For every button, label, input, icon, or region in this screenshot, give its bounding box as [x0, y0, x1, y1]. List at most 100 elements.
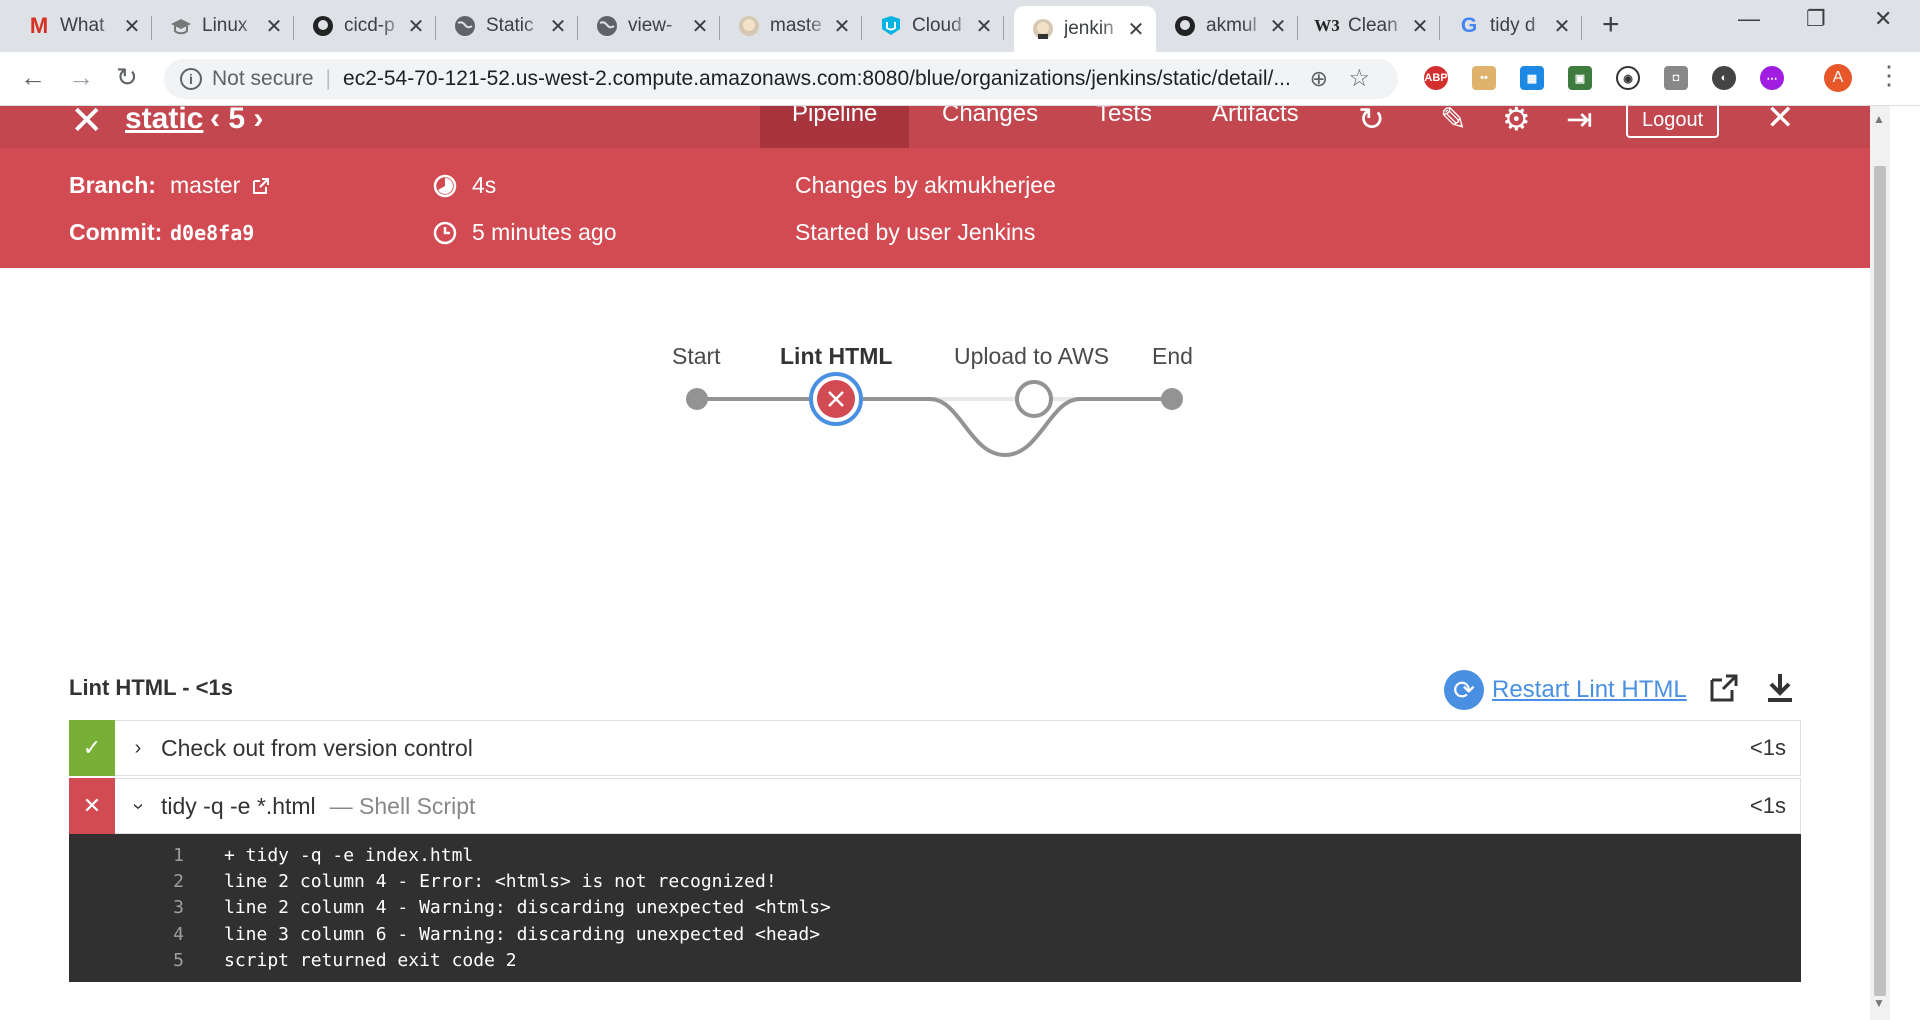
job-name-link[interactable]: static	[125, 106, 203, 136]
stage-node-lint-html[interactable]	[809, 372, 863, 426]
restart-stage-button[interactable]: ⟳ Restart Lint HTML	[1444, 670, 1687, 710]
browser-tab-active[interactable]: jenkin ✕	[1014, 6, 1156, 52]
log-line: 3 line 2 column 4 - Warning: discarding u…	[69, 895, 1801, 921]
stage-label-lint-html[interactable]: Lint HTML	[780, 343, 892, 370]
browser-tab[interactable]: G tidy d ✕	[1440, 6, 1582, 46]
browser-tab[interactable]: W3 Clean ✕	[1298, 6, 1440, 46]
forward-arrow-icon[interactable]: →	[68, 62, 94, 93]
browser-tab[interactable]: view- ✕	[578, 6, 720, 46]
log-line-text: line 3 column 6 - Warning: discarding un…	[224, 923, 821, 945]
log-line-number[interactable]: 2	[69, 871, 184, 892]
chevron-right-icon[interactable]: ›	[115, 737, 161, 760]
extension-screen-icon[interactable]: ▣	[1568, 66, 1592, 90]
started-by: Started by user Jenkins	[795, 219, 1036, 245]
extension-face-icon[interactable]: ••	[1472, 66, 1496, 90]
download-icon[interactable]	[1766, 672, 1794, 712]
stage-node-start	[686, 388, 708, 410]
browser-tab[interactable]: M What ✕	[10, 6, 152, 46]
url-text[interactable]: ec2-54-70-121-52.us-west-2.compute.amazo…	[343, 67, 1291, 91]
close-icon[interactable]: ✕	[690, 14, 710, 39]
edit-pencil-icon[interactable]: ✎	[1440, 106, 1467, 138]
restore-icon[interactable]: ❐	[1806, 6, 1826, 32]
browser-tab[interactable]: cicd-p ✕	[294, 6, 436, 46]
tab-label: akmul	[1206, 15, 1257, 36]
step-row-tidy[interactable]: ✕ › tidy -q -e *.html — Shell Script <1s	[69, 777, 1801, 834]
restart-icon[interactable]: ⟳	[1444, 670, 1484, 710]
log-line-text: line 2 column 4 - Error: <htmls> is not …	[224, 871, 777, 893]
rerun-icon[interactable]: ↻	[1358, 106, 1385, 138]
duration: 4s	[472, 172, 497, 198]
new-tab-button[interactable]: +	[1602, 8, 1620, 42]
profile-avatar[interactable]: A	[1824, 64, 1852, 92]
page-scrollbar[interactable]: ▲ ▼	[1870, 106, 1890, 1020]
log-line-text: + tidy -q -e index.html	[224, 844, 474, 866]
extension-eye-icon[interactable]: ◉	[1616, 66, 1640, 90]
chrome-menu-icon[interactable]: ⋮	[1876, 60, 1902, 91]
tab-artifacts[interactable]: Artifacts	[1212, 106, 1299, 128]
previous-run-icon[interactable]: ‹	[210, 106, 228, 135]
close-icon[interactable]: ✕	[264, 14, 284, 39]
close-icon[interactable]: ✕	[974, 14, 994, 39]
console-log[interactable]: 1 + tidy -q -e index.html 2 line 2 column …	[69, 834, 1801, 982]
minimize-icon[interactable]: —	[1738, 6, 1760, 32]
time-ago: 5 minutes ago	[472, 219, 617, 245]
stage-label-upload-to-aws[interactable]: Upload to AWS	[954, 343, 1109, 370]
changes-by: Changes by akmukherjee	[795, 172, 1056, 198]
branch-link[interactable]: master	[170, 172, 271, 202]
jenkins-icon	[1032, 18, 1054, 40]
browser-tab[interactable]: maste ✕	[720, 6, 862, 46]
close-icon[interactable]: ✕	[548, 14, 568, 39]
scrollbar-thumb[interactable]	[1874, 166, 1886, 996]
adblock-plus-icon[interactable]: ABP	[1424, 66, 1448, 90]
window-close-icon[interactable]: ✕	[1874, 6, 1892, 32]
step-name: Check out from version control	[161, 734, 473, 761]
reload-icon[interactable]: ↻	[116, 62, 138, 93]
info-icon[interactable]: i	[180, 68, 202, 90]
extension-purple-icon[interactable]: ⋯	[1760, 66, 1784, 90]
tab-pipeline[interactable]: Pipeline	[760, 106, 910, 148]
log-line: 5 script returned exit code 2	[69, 948, 1801, 974]
restart-stage-link[interactable]: Restart Lint HTML	[1492, 676, 1687, 704]
close-icon[interactable]: ✕	[406, 14, 426, 39]
address-bar[interactable]: i Not secure | ec2-54-70-121-52.us-west-…	[164, 59, 1398, 99]
close-icon[interactable]: ✕	[1268, 14, 1288, 39]
exit-icon[interactable]: ⇥	[1566, 106, 1593, 138]
back-arrow-icon[interactable]: ←	[20, 62, 46, 93]
close-run-icon[interactable]: ✕	[70, 106, 104, 144]
extension-window-icon[interactable]: ▦	[1520, 66, 1544, 90]
log-line-number[interactable]: 5	[69, 950, 184, 971]
log-line-number[interactable]: 3	[69, 897, 184, 918]
logout-button[interactable]: Logout	[1626, 106, 1720, 138]
stage-node-upload-to-aws[interactable]	[1015, 380, 1053, 418]
gear-icon[interactable]: ⚙	[1502, 106, 1531, 138]
log-line: 4 line 3 column 6 - Warning: discarding u…	[69, 921, 1801, 947]
run-top-bar: ✕ static ‹ 5 › Pipeline Changes Tests Ar…	[0, 106, 1870, 148]
tab-label: Static	[486, 15, 534, 36]
close-icon[interactable]: ✕	[122, 14, 142, 39]
mortarboard-icon	[170, 15, 192, 37]
browser-tab[interactable]: Linux ✕	[152, 6, 294, 46]
open-in-new-window-icon[interactable]	[1708, 672, 1740, 712]
step-row-checkout[interactable]: ✓ › Check out from version control <1s	[69, 719, 1801, 776]
browser-tab[interactable]: Cloud ✕	[862, 6, 1004, 46]
scroll-down-icon[interactable]: ▼	[1873, 996, 1885, 1010]
close-icon[interactable]: ✕	[1410, 14, 1430, 39]
close-icon[interactable]: ✕	[1552, 14, 1572, 39]
tab-changes[interactable]: Changes	[942, 106, 1038, 128]
log-line-number[interactable]: 1	[69, 845, 184, 866]
close-icon[interactable]: ✕	[832, 14, 852, 39]
zoom-icon[interactable]: ⊕	[1310, 66, 1328, 92]
close-icon[interactable]: ✕	[1766, 106, 1795, 138]
chevron-down-icon[interactable]: ›	[127, 783, 150, 829]
close-icon[interactable]: ✕	[1126, 17, 1146, 42]
camera-icon[interactable]: ◘	[1664, 66, 1688, 90]
bookmark-star-icon[interactable]: ☆	[1348, 64, 1370, 93]
run-number: ‹ 5 ›	[210, 106, 263, 136]
scroll-up-icon[interactable]: ▲	[1873, 112, 1885, 126]
next-run-icon[interactable]: ›	[245, 106, 263, 135]
browser-tab[interactable]: Static ✕	[436, 6, 578, 46]
log-line-number[interactable]: 4	[69, 924, 184, 945]
extension-circle-icon[interactable]: ◐	[1712, 66, 1736, 90]
tab-tests[interactable]: Tests	[1096, 106, 1152, 128]
browser-tab[interactable]: akmul ✕	[1156, 6, 1298, 46]
